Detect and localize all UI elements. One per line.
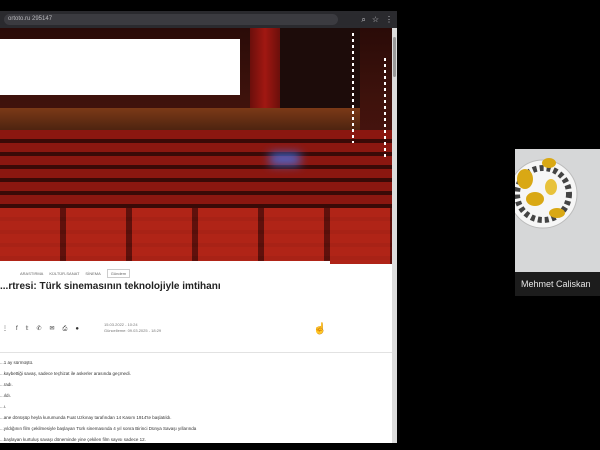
article-body: ...1 ay sürmüştü. ...kaybettiği savaş, s… bbox=[0, 357, 196, 443]
overlay-panel bbox=[0, 39, 240, 95]
divider bbox=[0, 352, 392, 353]
string-lights bbox=[352, 33, 354, 143]
body-line: ...başlayan kurtuluş savaşı döneminde yi… bbox=[0, 437, 146, 442]
body-line: ...ıldı. bbox=[0, 393, 12, 398]
menu-icon[interactable]: ⋮ bbox=[385, 13, 393, 26]
article-header: ARASTIRMA KÜLTÜR-SANAT SİNEMA Gündem ...… bbox=[0, 261, 330, 317]
body-line: ...1 ay sürmüştü. bbox=[0, 360, 34, 365]
facebook-icon[interactable]: f bbox=[16, 324, 18, 334]
decorative-plate-icon bbox=[515, 158, 578, 229]
article-title: ...rtresi: Türk sinemasının teknolojiyle… bbox=[0, 281, 221, 292]
share-icon[interactable]: ⋮ bbox=[2, 324, 8, 334]
breadcrumb-item[interactable]: SİNEMA bbox=[85, 271, 100, 276]
body-line: ...radı. bbox=[0, 382, 13, 387]
stage bbox=[0, 108, 360, 130]
cinema-seats-front bbox=[0, 208, 392, 264]
body-line: ...kaybettiği savaş, sadece teçhizat ile… bbox=[0, 371, 131, 376]
article-page: ARASTIRMA KÜLTÜR-SANAT SİNEMA Gündem ...… bbox=[0, 28, 392, 443]
article-dates: 15.03.2022 - 10:24 Güncelleme: 09.03.202… bbox=[104, 322, 161, 334]
blue-light bbox=[270, 153, 300, 165]
body-line: ...ı. bbox=[0, 404, 7, 409]
breadcrumb-item[interactable]: KÜLTÜR-SANAT bbox=[49, 271, 79, 276]
category-tag[interactable]: Gündem bbox=[106, 269, 131, 278]
shared-screen: ortoto.ru 295147 ⌕ ☆ ⋮ ARASTIRMA KÜLTÜR-… bbox=[0, 11, 397, 443]
curtain bbox=[250, 28, 280, 108]
body-line: ...yıldığının film çekilmesiyle başlayan… bbox=[0, 426, 197, 431]
address-bar[interactable]: ortoto.ru 295147 bbox=[4, 14, 338, 25]
email-icon[interactable]: ✉ bbox=[50, 324, 55, 334]
whatsapp-icon[interactable]: ✆ bbox=[36, 324, 41, 334]
breadcrumb-item[interactable]: ARASTIRMA bbox=[20, 271, 43, 276]
search-icon[interactable]: ⌕ bbox=[361, 13, 365, 26]
stage-back bbox=[280, 28, 360, 108]
print-icon[interactable]: ⎙ bbox=[63, 324, 68, 334]
twitter-icon[interactable]: 𝕥 bbox=[26, 324, 29, 334]
updated-date: Güncelleme: 09.03.2025 - 18:29 bbox=[104, 328, 162, 333]
browser-toolbar: ortoto.ru 295147 ⌕ ☆ ⋮ bbox=[0, 11, 397, 28]
breadcrumb: ARASTIRMA KÜLTÜR-SANAT SİNEMA Gündem bbox=[20, 269, 131, 278]
body-line: ...ane dönüşüp heyla kurumunda Fuat Uzkı… bbox=[0, 415, 172, 420]
participant-video bbox=[515, 149, 600, 272]
hero-image bbox=[0, 28, 392, 264]
hand-cursor-icon: ☝ bbox=[313, 323, 327, 335]
scrollbar[interactable] bbox=[392, 28, 397, 443]
bookmark-icon[interactable]: ● bbox=[75, 324, 79, 334]
star-icon[interactable]: ☆ bbox=[372, 13, 379, 26]
string-lights bbox=[384, 58, 386, 158]
participant-name: Mehmet Caliskan bbox=[515, 272, 600, 296]
scrollbar-thumb[interactable] bbox=[393, 37, 396, 77]
